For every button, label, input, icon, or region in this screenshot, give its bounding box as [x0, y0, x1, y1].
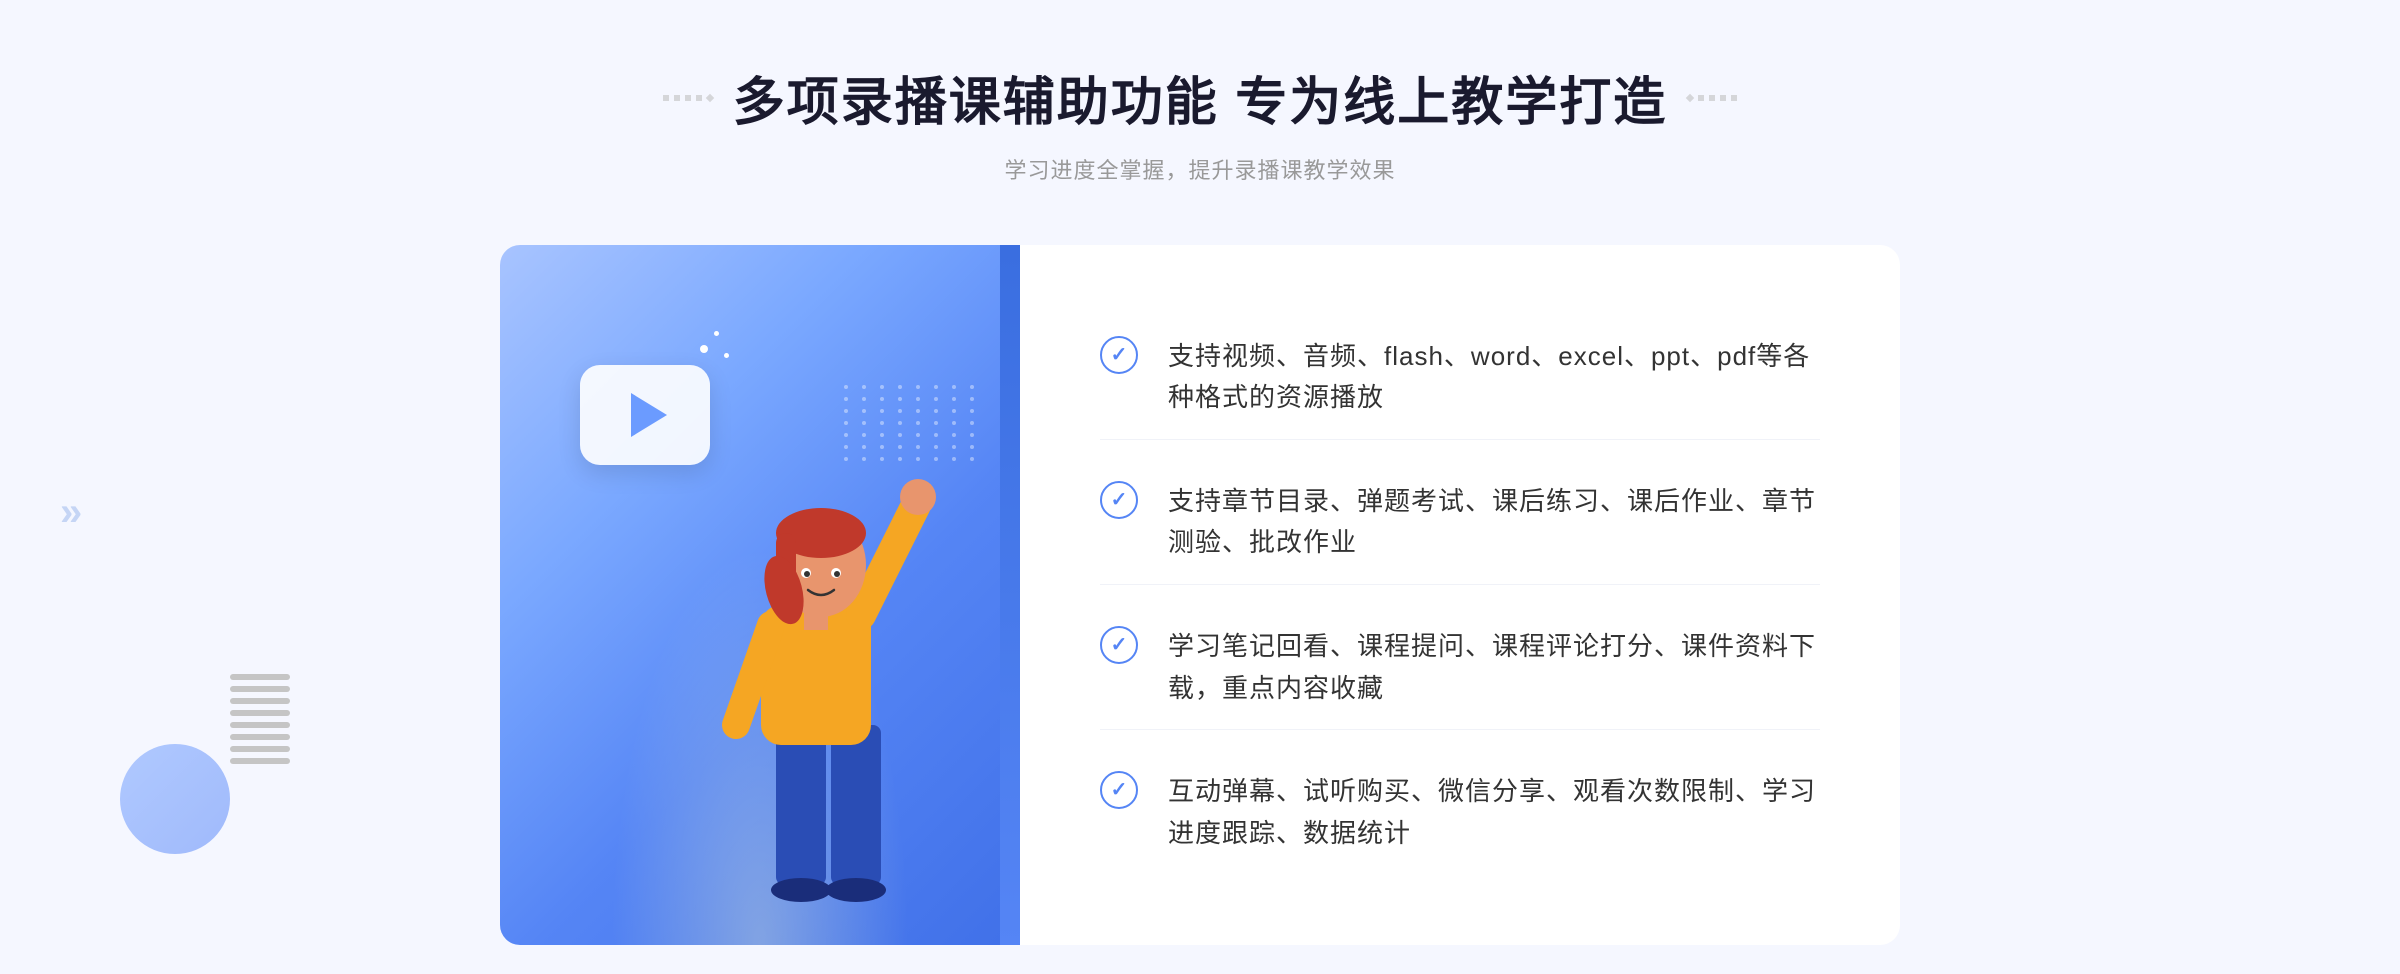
page-wrapper: » 多项录播课辅助功能 专为线上教学打造 [0, 0, 2400, 974]
feature-item-2: ✓ 支持章节目录、弹题考试、课后练习、课后作业、章节测验、批改作业 [1100, 461, 1820, 585]
person-figure [676, 425, 956, 945]
feature-item-3: ✓ 学习笔记回看、课程提问、课程评论打分、课件资料下载，重点内容收藏 [1100, 606, 1820, 730]
check-mark-1: ✓ [1111, 345, 1128, 365]
subtitle: 学习进度全掌握，提升录播课教学效果 [663, 153, 1737, 185]
left-deco [663, 95, 713, 101]
illustration-panel: // Will be rendered via JS below [500, 245, 1020, 945]
check-mark-3: ✓ [1111, 635, 1128, 655]
content-area: // Will be rendered via JS below [500, 245, 1900, 945]
feature-item-1: ✓ 支持视频、音频、flash、word、excel、ppt、pdf等各种格式的… [1100, 316, 1820, 440]
feature-item-4: ✓ 互动弹幕、试听购买、微信分享、观看次数限制、学习进度跟踪、数据统计 [1100, 751, 1820, 874]
check-mark-2: ✓ [1111, 490, 1128, 510]
feature-text-4: 互动弹幕、试听购买、微信分享、观看次数限制、学习进度跟踪、数据统计 [1168, 771, 1820, 854]
check-circle-1: ✓ [1100, 336, 1138, 374]
main-title: 多项录播课辅助功能 专为线上教学打造 [733, 60, 1667, 135]
chevron-left-deco: » [60, 490, 82, 535]
stripes-deco [230, 674, 290, 774]
right-deco [1687, 95, 1737, 101]
blue-bar-deco [1000, 245, 1020, 945]
play-icon [631, 393, 667, 437]
circle-blue-deco [120, 744, 230, 854]
title-wrapper: 多项录播课辅助功能 专为线上教学打造 [663, 60, 1737, 135]
feature-text-2: 支持章节目录、弹题考试、课后练习、课后作业、章节测验、批改作业 [1168, 481, 1820, 564]
features-panel: ✓ 支持视频、音频、flash、word、excel、ppt、pdf等各种格式的… [1020, 245, 1900, 945]
page-header: 多项录播课辅助功能 专为线上教学打造 学习进度全掌握，提升录播课教学效果 [663, 60, 1737, 185]
check-mark-4: ✓ [1111, 780, 1128, 800]
check-circle-4: ✓ [1100, 771, 1138, 809]
check-circle-3: ✓ [1100, 626, 1138, 664]
check-circle-2: ✓ [1100, 481, 1138, 519]
feature-text-1: 支持视频、音频、flash、word、excel、ppt、pdf等各种格式的资源… [1168, 336, 1820, 419]
feature-text-3: 学习笔记回看、课程提问、课程评论打分、课件资料下载，重点内容收藏 [1168, 626, 1820, 709]
